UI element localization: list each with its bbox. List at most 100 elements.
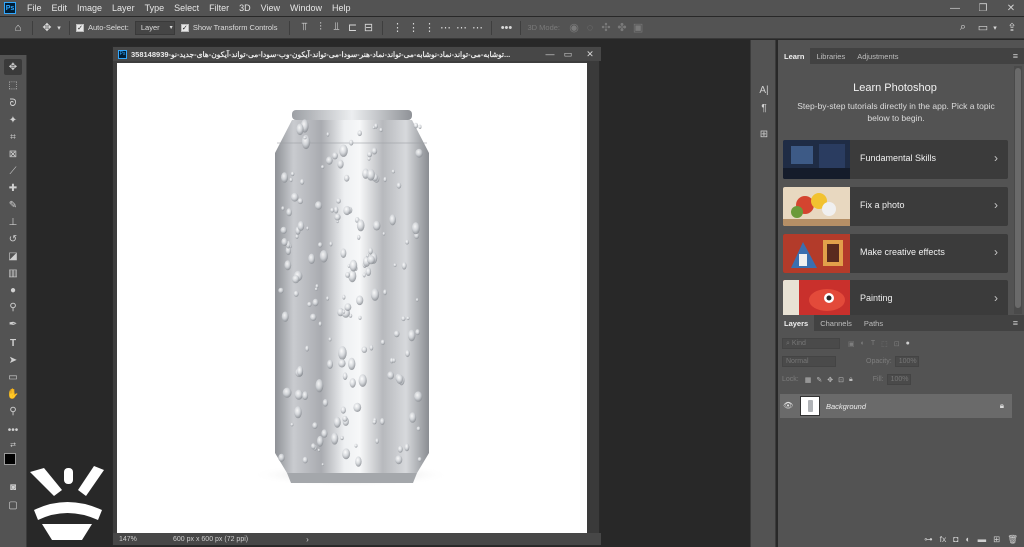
hand-tool-icon[interactable]: ✋ xyxy=(4,386,22,402)
healing-brush-icon[interactable]: ✚ xyxy=(4,180,22,196)
menu-select[interactable]: Select xyxy=(169,3,204,13)
restore-button[interactable]: ❐ xyxy=(972,0,994,16)
document-tab[interactable]: Ps 358148939-توشابه-می-تواند-نماد-نوشابه… xyxy=(113,47,601,61)
doc-maximize-button[interactable]: ▭ xyxy=(561,48,575,60)
brush-tool-icon[interactable]: ✎ xyxy=(4,197,22,213)
adjustment-layer-icon[interactable]: ◐ xyxy=(965,534,970,544)
photoshop-logo-icon[interactable]: Ps xyxy=(4,2,16,14)
tab-layers[interactable]: Layers xyxy=(778,315,815,331)
menu-3d[interactable]: 3D xyxy=(234,3,256,13)
move-tool-icon[interactable]: ✥ xyxy=(4,59,22,75)
move-tool-icon[interactable]: ✥ xyxy=(39,20,55,36)
delete-layer-icon[interactable]: 🗑︎ xyxy=(1007,534,1018,545)
glyphs-panel-icon[interactable]: ⊞ xyxy=(755,126,773,142)
lock-transparent-icon[interactable]: ▦ xyxy=(805,376,812,384)
eyedropper-icon[interactable]: ⟋ xyxy=(4,163,22,179)
chevron-right-icon[interactable]: › xyxy=(306,535,309,544)
align-left-icon[interactable]: ⊏ xyxy=(344,20,360,36)
new-layer-icon[interactable]: ⊞ xyxy=(993,534,1000,545)
layer-row-background[interactable]: 👁︎ Background 🔒︎ xyxy=(780,394,1012,418)
blur-tool-icon[interactable]: ● xyxy=(4,282,22,298)
new-group-icon[interactable]: ▬ xyxy=(978,534,987,544)
distribute-6-icon[interactable]: ⋯ xyxy=(469,20,485,36)
distribute-5-icon[interactable]: ⋯ xyxy=(453,20,469,36)
panel-menu-icon[interactable]: ≡ xyxy=(1013,51,1018,61)
layer-style-icon[interactable]: fx xyxy=(940,534,947,544)
minimize-button[interactable]: — xyxy=(944,0,966,16)
swap-colors-icon[interactable]: ⇄ xyxy=(4,437,22,453)
chevron-down-icon[interactable]: ▾ xyxy=(55,20,63,36)
gradient-tool-icon[interactable]: ▥ xyxy=(4,265,22,281)
marquee-tool-icon[interactable]: ⬚ xyxy=(4,77,22,93)
tab-channels[interactable]: Channels xyxy=(814,315,858,331)
more-options-icon[interactable]: ••• xyxy=(498,20,514,36)
pen-tool-icon[interactable]: ✒ xyxy=(4,316,22,332)
frame-tool-icon[interactable]: ⊠ xyxy=(4,146,22,162)
search-icon[interactable]: ⌕ xyxy=(955,20,971,36)
menu-type[interactable]: Type xyxy=(140,3,170,13)
quick-mask-icon[interactable]: ◙ xyxy=(4,479,22,495)
history-brush-icon[interactable]: ↺ xyxy=(4,231,22,247)
distribute-1-icon[interactable]: ⋮ xyxy=(389,20,405,36)
distribute-4-icon[interactable]: ⋯ xyxy=(437,20,453,36)
transform-controls-checkbox[interactable]: ✓ xyxy=(180,23,189,32)
paragraph-panel-icon[interactable]: ¶ xyxy=(755,100,773,116)
vertical-scrollbar[interactable] xyxy=(587,61,599,534)
learn-card-make-creative-effects[interactable]: Make creative effects › xyxy=(783,234,1008,273)
menu-view[interactable]: View xyxy=(256,3,285,13)
scrollbar-thumb[interactable] xyxy=(1015,68,1021,308)
learn-scrollbar[interactable] xyxy=(1014,66,1022,314)
doc-close-button[interactable]: ✕ xyxy=(583,48,597,60)
eraser-tool-icon[interactable]: ◪ xyxy=(4,248,22,264)
learn-card-fundamental-skills[interactable]: Fundamental Skills › xyxy=(783,140,1008,179)
type-tool-icon[interactable]: T xyxy=(4,335,22,351)
menu-edit[interactable]: Edit xyxy=(47,3,73,13)
distribute-2-icon[interactable]: ⋮ xyxy=(405,20,421,36)
layer-kind-filter[interactable]: ⌕ Kind xyxy=(782,338,840,349)
foreground-color-swatch[interactable] xyxy=(4,453,16,465)
auto-select-dropdown[interactable]: Layer ▾ xyxy=(134,20,175,35)
learn-card-painting[interactable]: Painting › xyxy=(783,280,1008,319)
character-panel-icon[interactable]: A| xyxy=(755,82,773,98)
menu-file[interactable]: File xyxy=(22,3,47,13)
distribute-3-icon[interactable]: ⋮ xyxy=(421,20,437,36)
lock-pixels-icon[interactable]: ✎ xyxy=(816,376,822,384)
lock-all-icon[interactable]: 🔒︎ xyxy=(849,376,853,384)
close-button[interactable]: ✕ xyxy=(1000,0,1022,16)
align-hcenter-icon[interactable]: ⊟ xyxy=(360,20,376,36)
edit-toolbar-icon[interactable]: ••• xyxy=(4,422,22,438)
learn-card-fix-a-photo[interactable]: Fix a photo › xyxy=(783,187,1008,226)
panel-menu-icon[interactable]: ≡ xyxy=(1013,318,1018,328)
share-icon[interactable]: ⇪ xyxy=(1004,20,1020,36)
lock-artboard-icon[interactable]: ⊡ xyxy=(838,376,844,384)
lasso-tool-icon[interactable]: ᘐ xyxy=(4,95,22,111)
lock-position-icon[interactable]: ✥ xyxy=(827,376,833,384)
crop-tool-icon[interactable]: ⌗ xyxy=(4,129,22,145)
eye-icon[interactable]: 👁︎ xyxy=(783,401,793,410)
home-icon[interactable]: ⌂ xyxy=(10,20,26,36)
clone-stamp-icon[interactable]: ⊥ xyxy=(4,214,22,230)
link-layers-icon[interactable]: ⊶ xyxy=(924,534,933,545)
workspace-icon[interactable]: ▭ xyxy=(975,20,991,36)
tab-adjustments[interactable]: Adjustments xyxy=(851,48,904,64)
tab-paths[interactable]: Paths xyxy=(858,315,889,331)
auto-select-checkbox[interactable]: ✓ xyxy=(76,23,84,32)
zoom-tool-icon[interactable]: ⚲ xyxy=(4,403,22,419)
zoom-level[interactable]: 147% xyxy=(119,536,159,543)
menu-window[interactable]: Window xyxy=(285,3,327,13)
add-mask-icon[interactable]: ◘ xyxy=(953,534,958,544)
menu-image[interactable]: Image xyxy=(72,3,107,13)
dodge-tool-icon[interactable]: ⚲ xyxy=(4,299,22,315)
align-bottom-icon[interactable]: ⫫ xyxy=(328,20,344,36)
tab-libraries[interactable]: Libraries xyxy=(810,48,851,64)
doc-minimize-button[interactable]: — xyxy=(543,48,557,60)
filter-toggle-icon[interactable]: ● xyxy=(906,340,910,347)
chevron-down-icon[interactable]: ▾ xyxy=(991,20,999,36)
screen-mode-icon[interactable]: ▢ xyxy=(4,497,22,513)
align-top-icon[interactable]: ⫪ xyxy=(296,20,312,36)
image-canvas[interactable] xyxy=(117,63,587,534)
menu-layer[interactable]: Layer xyxy=(107,3,140,13)
tab-learn[interactable]: Learn xyxy=(778,48,811,64)
menu-filter[interactable]: Filter xyxy=(204,3,234,13)
rectangle-tool-icon[interactable]: ▭ xyxy=(4,369,22,385)
